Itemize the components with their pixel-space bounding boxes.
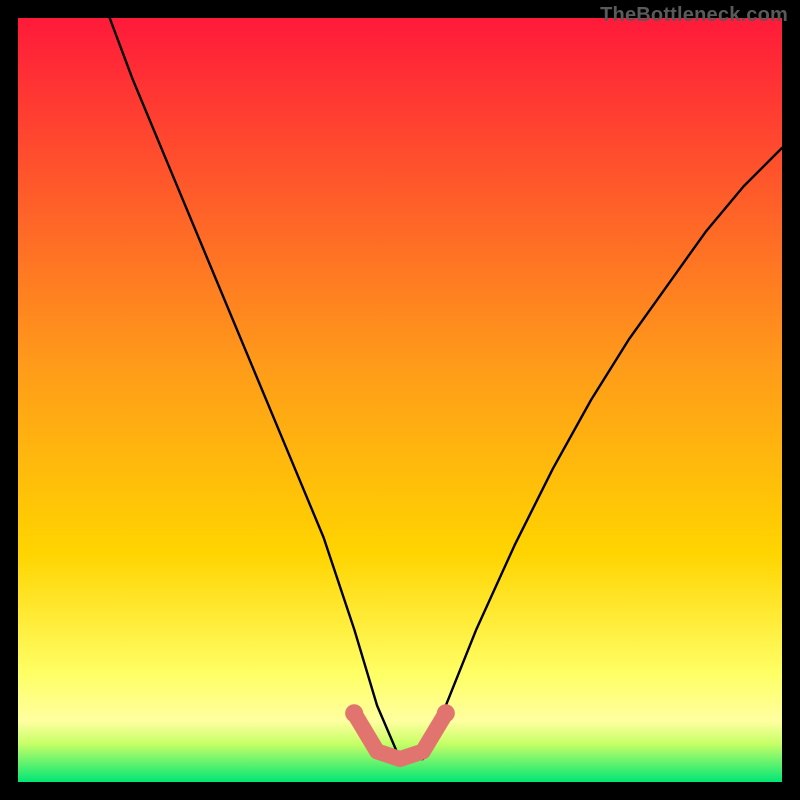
- minimum-region-dot: [345, 704, 363, 722]
- minimum-region-dot: [437, 704, 455, 722]
- chart-stage: TheBottleneck.com: [0, 0, 800, 800]
- plot-background: [18, 18, 782, 782]
- watermark: TheBottleneck.com: [600, 4, 788, 27]
- chart-svg: [0, 0, 800, 800]
